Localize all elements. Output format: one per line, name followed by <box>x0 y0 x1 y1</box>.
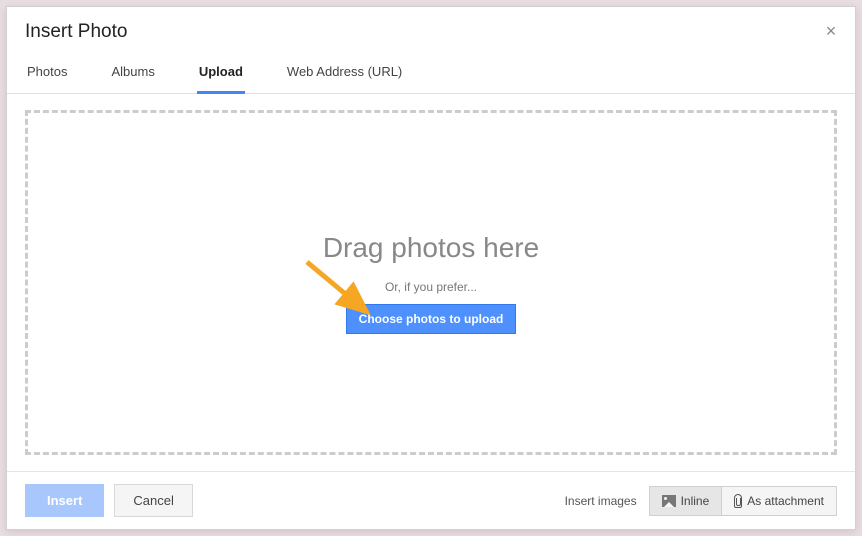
inline-label: Inline <box>681 494 710 508</box>
or-prefer-text: Or, if you prefer... <box>385 280 477 294</box>
footer-left: Insert Cancel <box>25 484 193 517</box>
tab-upload[interactable]: Upload <box>197 54 245 94</box>
tab-albums[interactable]: Albums <box>109 54 156 94</box>
insert-mode-toggle: Inline As attachment <box>649 486 837 516</box>
insert-button[interactable]: Insert <box>25 484 104 517</box>
footer-right: Insert images Inline As attachment <box>565 486 837 516</box>
cancel-button[interactable]: Cancel <box>114 484 192 517</box>
drag-photos-text: Drag photos here <box>323 232 539 264</box>
upload-dropzone[interactable]: Drag photos here Or, if you prefer... Ch… <box>25 110 837 455</box>
dialog-header: Insert Photo × <box>7 7 855 53</box>
dialog-footer: Insert Cancel Insert images Inline As at… <box>7 471 855 529</box>
attachment-label: As attachment <box>747 494 824 508</box>
insert-photo-dialog: Insert Photo × Photos Albums Upload Web … <box>6 6 856 530</box>
close-icon[interactable]: × <box>821 21 841 42</box>
tab-photos[interactable]: Photos <box>25 54 69 94</box>
tab-bar: Photos Albums Upload Web Address (URL) <box>7 53 855 94</box>
inline-button[interactable]: Inline <box>650 487 722 515</box>
choose-photos-button[interactable]: Choose photos to upload <box>346 304 517 334</box>
tab-web-address[interactable]: Web Address (URL) <box>285 54 404 94</box>
insert-images-label: Insert images <box>565 494 637 508</box>
content-area: Drag photos here Or, if you prefer... Ch… <box>7 94 855 471</box>
image-icon <box>662 495 676 507</box>
as-attachment-button[interactable]: As attachment <box>721 487 836 515</box>
dialog-title: Insert Photo <box>25 21 837 43</box>
paperclip-icon <box>734 494 742 508</box>
